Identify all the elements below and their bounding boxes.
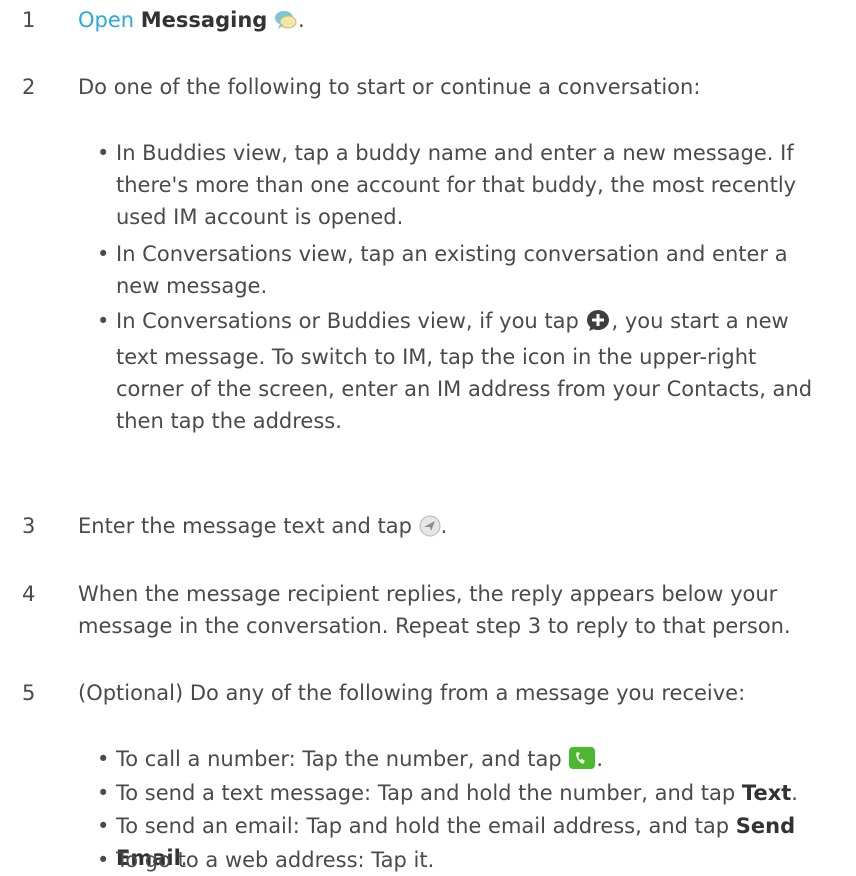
new-message-icon (586, 308, 612, 341)
step-text-pre: Enter the message text and tap (78, 514, 412, 538)
send-icon (419, 514, 441, 546)
step-number: 2 (22, 75, 36, 99)
step-text: Do one of the following to start or cont… (78, 75, 701, 99)
step-number: 3 (22, 514, 36, 538)
bullet: • (97, 747, 110, 771)
step-number: 1 (22, 8, 36, 32)
text-action-label: Text (741, 781, 792, 805)
step-end-punct: . (440, 514, 448, 538)
bullet-text: To go to a web address: Tap it. (116, 848, 435, 872)
bullet: • (97, 814, 110, 838)
bullet-text-post: . (596, 747, 604, 771)
bullet-text-pre: In Conversations or Buddies view, if you… (116, 309, 579, 333)
step-number: 5 (22, 681, 36, 705)
messaging-app-name: Messaging (140, 8, 268, 32)
messaging-app-icon (274, 8, 298, 40)
step-text: (Optional) Do any of the following from … (78, 681, 746, 705)
step-text: Enter the message text and tap . (78, 510, 818, 546)
bullet-text: To call a number: Tap the number, and ta… (116, 743, 818, 779)
phone-call-icon (568, 746, 596, 779)
bullet: • (97, 309, 110, 333)
bullet-text-pre: To send a text message: Tap and hold the… (116, 781, 736, 805)
bullet-text: In Conversations view, tap an existing c… (116, 242, 788, 298)
step-number: 4 (22, 582, 36, 606)
bullet-text-pre: To call a number: Tap the number, and ta… (116, 747, 562, 771)
open-link[interactable]: Open (78, 8, 134, 32)
bullet: • (97, 781, 110, 805)
bullet-text: In Conversations or Buddies view, if you… (116, 305, 818, 437)
bullet-text-post: . (791, 781, 798, 805)
step-end-punct: . (298, 8, 305, 32)
bullet-text-pre: To send an email: Tap and hold the email… (116, 814, 730, 838)
bullet: • (97, 848, 110, 872)
bullet: • (97, 141, 110, 165)
bullet-text: In Buddies view, tap a buddy name and en… (116, 141, 797, 229)
bullet: • (97, 242, 110, 266)
page: { "step1": { "num": "1", "link": "Open",… (0, 0, 856, 872)
step-text: When the message recipient replies, the … (78, 582, 791, 638)
step-text: Open Messaging . (78, 4, 818, 40)
bullet-text: To send a text message: Tap and hold the… (116, 777, 818, 809)
